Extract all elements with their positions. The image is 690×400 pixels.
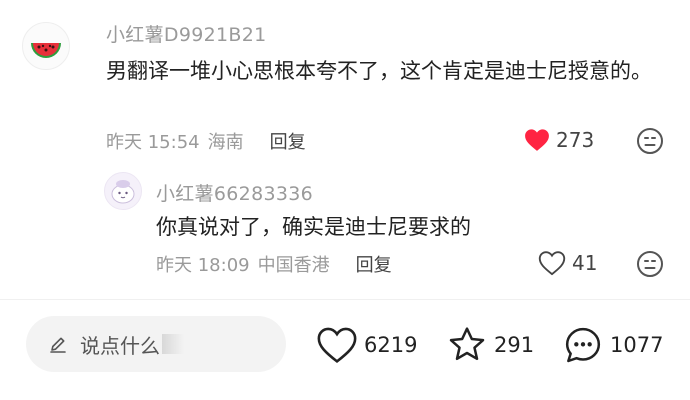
pencil-icon: [50, 337, 66, 353]
comment-time: 昨天 15:54: [106, 132, 200, 153]
avatar[interactable]: [104, 172, 142, 210]
post-collect-count: 291: [494, 333, 535, 357]
cartoon-avatar-icon: [111, 180, 135, 204]
comment-input-placeholder: 说点什么: [80, 333, 160, 358]
post-like-count: 6219: [364, 333, 418, 357]
comment-input[interactable]: 说点什么: [26, 316, 286, 372]
heart-outline-icon: [317, 327, 357, 364]
like-count: 273: [556, 128, 595, 152]
comment-meta: 昨天 15:54 海南 回复: [106, 128, 306, 154]
comment-item: 小红薯D9921B21 男翻译一堆小心思根本夸不了，这个肯定是迪士尼授意的。 昨…: [0, 0, 690, 160]
reply-username[interactable]: 小红薯66283336: [156, 179, 313, 206]
placeholder-fade: [162, 334, 184, 354]
heart-outline-icon: [538, 251, 566, 276]
comment-page: 小红薯D9921B21 男翻译一堆小心思根本夸不了，这个肯定是迪士尼授意的。 昨…: [0, 0, 690, 400]
like-count: 41: [572, 251, 598, 275]
post-comment-button[interactable]: 1077: [562, 322, 663, 368]
post-comment-count: 1077: [610, 333, 664, 357]
post-like-button[interactable]: 6219: [316, 322, 417, 368]
watermelon-icon: [31, 43, 61, 58]
post-collect-button[interactable]: 291: [446, 322, 534, 368]
reply-text: 你真说对了，确实是迪士尼要求的: [156, 215, 471, 239]
reply-meta: 昨天 18:09 中国香港 回复: [156, 251, 392, 277]
comment-text: 男翻译一堆小心思根本夸不了，这个肯定是迪士尼授意的。: [106, 59, 652, 83]
star-outline-icon: [449, 327, 485, 361]
like-button[interactable]: 273: [524, 128, 594, 152]
heart-filled-icon: [525, 129, 549, 151]
like-button[interactable]: 41: [538, 250, 597, 276]
dislike-face-icon[interactable]: [636, 250, 664, 278]
reply-button[interactable]: 回复: [356, 251, 392, 277]
comment-bubble-icon: [565, 327, 601, 363]
reply-location: 中国香港: [257, 255, 330, 276]
comment-location: 海南: [207, 132, 244, 153]
reply-button[interactable]: 回复: [270, 128, 306, 154]
divider: [0, 299, 690, 300]
dislike-face-icon[interactable]: [636, 127, 664, 155]
reply-time: 昨天 18:09: [156, 255, 250, 276]
comment-username[interactable]: 小红薯D9921B21: [106, 20, 267, 47]
avatar[interactable]: [22, 22, 70, 70]
